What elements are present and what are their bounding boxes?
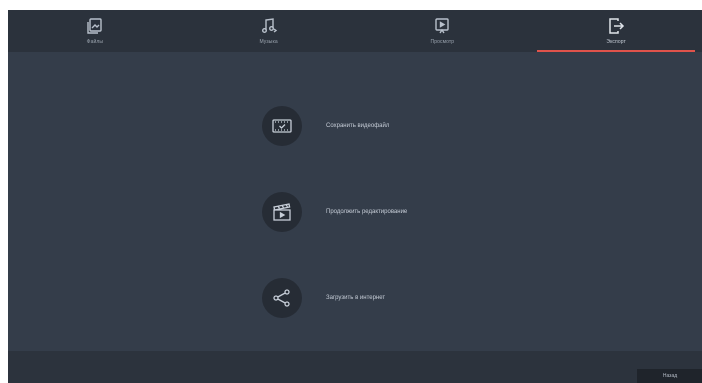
tab-preview-label: Просмотр — [430, 39, 455, 45]
preview-icon — [435, 18, 450, 34]
export-actions: Сохранить видеофайл Продолжить редактиро… — [262, 103, 582, 343]
tab-music-label: Музыка — [259, 39, 278, 45]
export-icon — [609, 18, 625, 34]
active-tab-indicator — [537, 50, 695, 52]
upload-online-button[interactable]: Загрузить в интернет — [262, 275, 582, 321]
upload-online-icon-circle — [262, 278, 302, 318]
bottom-bar: Назад — [8, 351, 702, 383]
upload-online-label: Загрузить в интернет — [326, 295, 386, 301]
files-icon — [87, 18, 102, 34]
film-check-icon — [272, 119, 292, 133]
continue-editing-icon-circle — [262, 192, 302, 232]
save-video-label: Сохранить видеофайл — [326, 123, 390, 129]
save-video-icon-circle — [262, 106, 302, 146]
tab-music[interactable]: Музыка — [182, 10, 356, 52]
tab-files[interactable]: Файлы — [8, 10, 182, 52]
share-icon — [273, 289, 290, 307]
top-navigation: Файлы Музыка Просмотр Экспорт — [8, 10, 702, 52]
tab-files-label: Файлы — [86, 39, 104, 45]
app-window: Файлы Музыка Просмотр Экспорт Сохранить … — [8, 10, 702, 383]
tab-preview[interactable]: Просмотр — [356, 10, 530, 52]
tab-export-label: Экспорт — [606, 39, 626, 45]
continue-editing-button[interactable]: Продолжить редактирование — [262, 189, 582, 235]
music-icon — [261, 18, 277, 33]
back-button[interactable]: Назад — [637, 369, 702, 383]
clapperboard-icon — [273, 203, 291, 221]
tab-export[interactable]: Экспорт — [529, 10, 702, 52]
continue-editing-label: Продолжить редактирование — [326, 209, 408, 215]
save-video-button[interactable]: Сохранить видеофайл — [262, 103, 582, 149]
